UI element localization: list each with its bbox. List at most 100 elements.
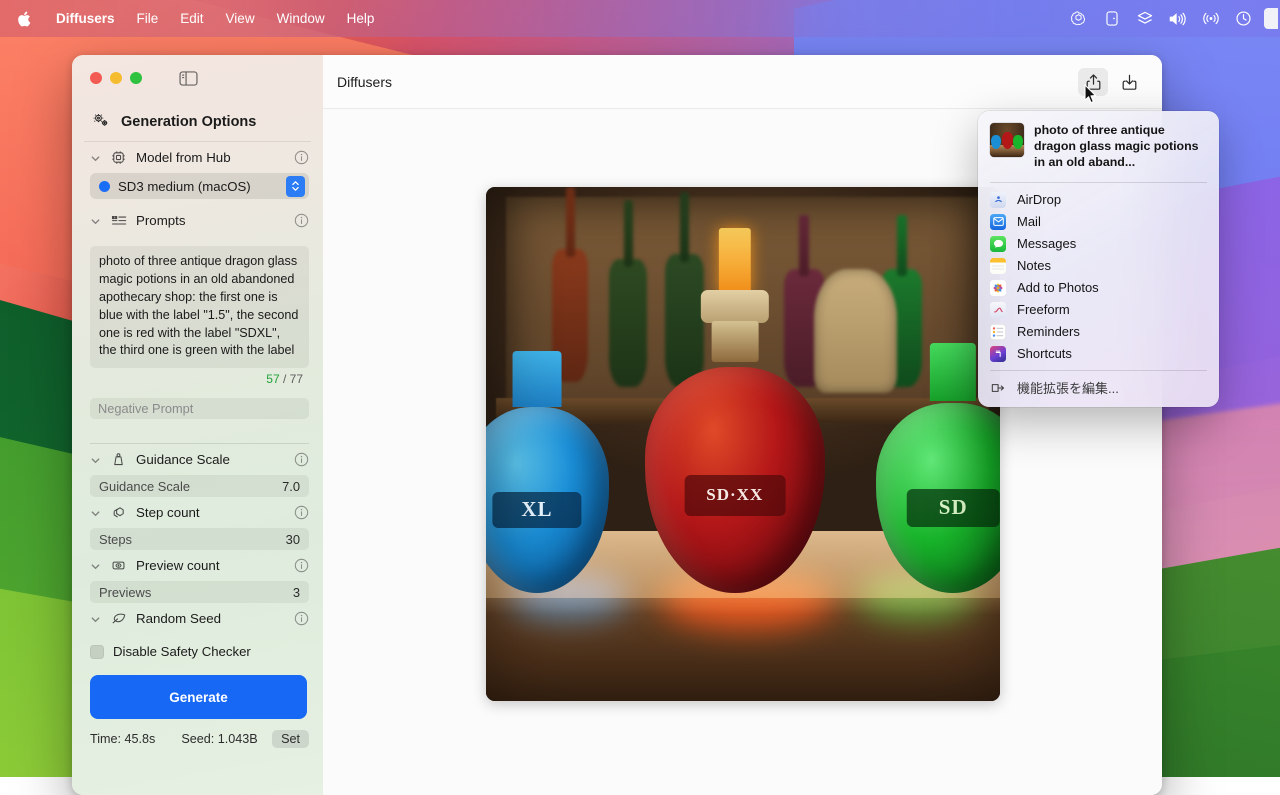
download-button[interactable] <box>1114 68 1144 96</box>
set-seed-button[interactable]: Set <box>272 730 309 748</box>
row-guidance-scale[interactable]: Guidance Scale 7.0 <box>90 475 309 497</box>
artwork-bottle-label: SD <box>907 489 1000 527</box>
titlebar: Diffusers <box>323 55 1162 109</box>
window-title: Diffusers <box>337 74 392 90</box>
share-item-messages[interactable]: Messages <box>978 233 1219 255</box>
negative-prompt-input[interactable]: Negative Prompt <box>90 398 309 419</box>
edit-extensions-item[interactable]: 機能拡張を編集... <box>978 377 1219 399</box>
close-button[interactable] <box>90 72 102 84</box>
share-popover: photo of three antique dragon glass magi… <box>978 111 1219 407</box>
menubar: Diffusers File Edit View Window Help <box>0 0 1280 37</box>
generate-button[interactable]: Generate <box>90 675 307 719</box>
row-value: 30 <box>286 532 300 547</box>
generated-image[interactable]: XL SD·XX SD <box>486 187 1000 701</box>
group-model-from-hub[interactable]: Model from Hub <box>72 142 323 173</box>
artwork-shelf-bottle <box>609 259 648 388</box>
logout-door-icon[interactable] <box>1095 0 1128 37</box>
group-preview-count[interactable]: Preview count <box>72 550 323 581</box>
share-item-shortcuts[interactable]: Shortcuts <box>978 343 1219 365</box>
reminders-icon <box>990 324 1006 340</box>
prompt-input[interactable]: photo of three antique dragon glass magi… <box>90 246 309 368</box>
chevron-down-icon[interactable] <box>90 613 101 624</box>
group-label-prompts: Prompts <box>136 213 285 228</box>
chevron-down-icon[interactable] <box>90 507 101 518</box>
layers-icon[interactable] <box>1128 0 1161 37</box>
generation-options-header: Generation Options <box>72 101 323 141</box>
generated-image-thumbnail <box>990 123 1024 157</box>
airplay-audio-icon[interactable] <box>1194 0 1227 37</box>
info-icon[interactable] <box>294 150 309 165</box>
info-icon[interactable] <box>294 213 309 228</box>
info-icon[interactable] <box>294 558 309 573</box>
shortcuts-icon <box>990 346 1006 362</box>
group-label-guidance-scale: Guidance Scale <box>136 452 285 467</box>
artwork-bottle-red: SD·XX <box>645 336 825 593</box>
share-item-notes[interactable]: Notes <box>978 255 1219 277</box>
mail-icon <box>990 214 1006 230</box>
airdrop-icon <box>990 192 1006 208</box>
model-selector[interactable]: SD3 medium (macOS) <box>90 173 309 199</box>
sidebar-toggle-icon[interactable] <box>179 71 198 86</box>
openai-icon[interactable] <box>1062 0 1095 37</box>
time-machine-icon[interactable] <box>1227 0 1260 37</box>
menu-item-edit[interactable]: Edit <box>169 0 214 37</box>
share-item-label: Reminders <box>1017 324 1080 339</box>
share-item-label: Add to Photos <box>1017 280 1099 295</box>
group-prompts[interactable]: Prompts <box>72 205 323 236</box>
control-center-icon[interactable] <box>1264 8 1278 29</box>
artwork-bottle-cork <box>701 290 769 323</box>
chevron-down-icon[interactable] <box>90 215 101 226</box>
artwork-bottle-label: SD·XX <box>684 475 785 516</box>
disable-safety-checker-checkbox[interactable] <box>90 645 104 659</box>
share-item-freeform[interactable]: Freeform <box>978 299 1219 321</box>
disable-safety-checker-label: Disable Safety Checker <box>113 644 251 659</box>
info-icon[interactable] <box>294 611 309 626</box>
selected-model-label: SD3 medium (macOS) <box>118 179 278 194</box>
group-random-seed[interactable]: Random Seed <box>72 603 323 634</box>
share-item-add-to-photos[interactable]: Add to Photos <box>978 277 1219 299</box>
group-label-random-seed: Random Seed <box>136 611 285 626</box>
volume-icon[interactable] <box>1161 0 1194 37</box>
preview-eye-icon <box>110 557 127 574</box>
menu-item-view[interactable]: View <box>215 0 266 37</box>
info-icon[interactable] <box>294 452 309 467</box>
share-item-label: AirDrop <box>1017 192 1061 207</box>
row-key: Steps <box>99 532 286 547</box>
share-item-label: Shortcuts <box>1017 346 1072 361</box>
group-step-count[interactable]: Step count <box>72 497 323 528</box>
info-icon[interactable] <box>294 505 309 520</box>
share-item-label: Messages <box>1017 236 1076 251</box>
chevron-down-icon[interactable] <box>90 560 101 571</box>
photos-icon <box>990 280 1006 296</box>
quote-list-icon <box>110 212 127 229</box>
artwork-bottle-candle <box>719 228 751 295</box>
share-item-mail[interactable]: Mail <box>978 211 1219 233</box>
share-item-reminders[interactable]: Reminders <box>978 321 1219 343</box>
artwork-bottle-label: XL <box>492 492 581 529</box>
zoom-button[interactable] <box>130 72 142 84</box>
row-previews[interactable]: Previews 3 <box>90 581 309 603</box>
menu-item-diffusers[interactable]: Diffusers <box>45 0 126 37</box>
menu-item-window[interactable]: Window <box>266 0 336 37</box>
chevron-down-icon[interactable] <box>90 454 101 465</box>
menu-item-file[interactable]: File <box>126 0 170 37</box>
stepper-updown-icon[interactable] <box>286 176 305 197</box>
weight-icon <box>110 451 127 468</box>
row-steps[interactable]: Steps 30 <box>90 528 309 550</box>
apple-logo-icon[interactable] <box>16 10 31 28</box>
chip-icon <box>110 149 127 166</box>
minimize-button[interactable] <box>110 72 122 84</box>
menu-item-help[interactable]: Help <box>336 0 386 37</box>
model-status-dot-icon <box>99 181 110 192</box>
share-popover-footer: 機能拡張を編集... <box>978 371 1219 407</box>
share-item-airdrop[interactable]: AirDrop <box>978 189 1219 211</box>
tokens-used: 57 <box>266 372 279 386</box>
artwork-bottle-blue: XL <box>486 377 609 593</box>
group-guidance-scale[interactable]: Guidance Scale <box>72 444 323 475</box>
gears-icon <box>92 112 111 132</box>
disable-safety-checker-row[interactable]: Disable Safety Checker <box>72 634 323 659</box>
token-counter: 57 / 77 <box>90 372 303 386</box>
artwork-bottle-neck <box>930 343 976 400</box>
chevron-down-icon[interactable] <box>90 152 101 163</box>
seed-label: Seed: 1.043B <box>181 732 257 746</box>
